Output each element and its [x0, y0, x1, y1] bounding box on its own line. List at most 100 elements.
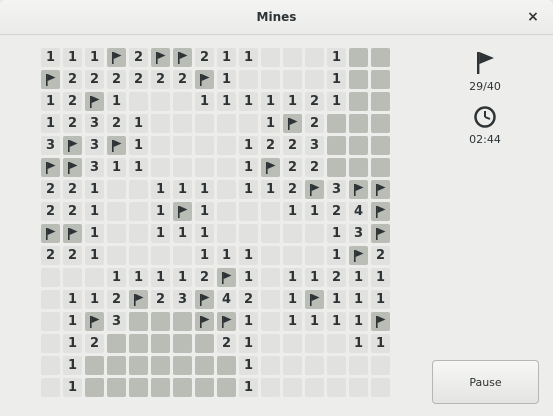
number-tile[interactable]: 1 — [63, 48, 82, 67]
empty-tile[interactable] — [327, 356, 346, 375]
number-tile[interactable]: 1 — [239, 312, 258, 331]
number-tile[interactable]: 1 — [85, 290, 104, 309]
empty-tile[interactable] — [217, 224, 236, 243]
number-tile[interactable]: 1 — [63, 378, 82, 397]
number-tile[interactable]: 1 — [85, 246, 104, 265]
empty-tile[interactable] — [195, 114, 214, 133]
empty-tile[interactable] — [283, 378, 302, 397]
empty-tile[interactable] — [173, 92, 192, 111]
number-tile[interactable]: 1 — [283, 202, 302, 221]
number-tile[interactable]: 1 — [371, 290, 390, 309]
number-tile[interactable]: 1 — [195, 246, 214, 265]
number-tile[interactable]: 3 — [327, 180, 346, 199]
number-tile[interactable]: 2 — [63, 202, 82, 221]
number-tile[interactable]: 2 — [239, 290, 258, 309]
number-tile[interactable]: 1 — [173, 180, 192, 199]
empty-tile[interactable] — [41, 356, 60, 375]
empty-tile[interactable] — [261, 356, 280, 375]
number-tile[interactable]: 2 — [327, 202, 346, 221]
number-tile[interactable]: 2 — [85, 334, 104, 353]
unrevealed-tile[interactable] — [151, 312, 170, 331]
close-button[interactable]: × — [523, 7, 543, 27]
number-tile[interactable]: 2 — [151, 290, 170, 309]
unrevealed-tile[interactable] — [371, 114, 390, 133]
number-tile[interactable]: 1 — [41, 92, 60, 111]
empty-tile[interactable] — [261, 224, 280, 243]
empty-tile[interactable] — [41, 378, 60, 397]
empty-tile[interactable] — [239, 114, 258, 133]
number-tile[interactable]: 1 — [107, 268, 126, 287]
unrevealed-tile[interactable] — [217, 356, 236, 375]
number-tile[interactable]: 1 — [217, 70, 236, 89]
number-tile[interactable]: 1 — [63, 312, 82, 331]
number-tile[interactable]: 2 — [129, 70, 148, 89]
number-tile[interactable]: 1 — [151, 180, 170, 199]
number-tile[interactable]: 1 — [327, 224, 346, 243]
empty-tile[interactable] — [129, 180, 148, 199]
empty-tile[interactable] — [305, 334, 324, 353]
flagged-tile[interactable] — [217, 268, 236, 287]
number-tile[interactable]: 2 — [85, 70, 104, 89]
flagged-tile[interactable] — [41, 70, 60, 89]
number-tile[interactable]: 1 — [305, 268, 324, 287]
empty-tile[interactable] — [41, 312, 60, 331]
empty-tile[interactable] — [283, 334, 302, 353]
empty-tile[interactable] — [107, 246, 126, 265]
flagged-tile[interactable] — [261, 158, 280, 177]
flagged-tile[interactable] — [63, 158, 82, 177]
number-tile[interactable]: 2 — [305, 158, 324, 177]
number-tile[interactable]: 1 — [129, 114, 148, 133]
empty-tile[interactable] — [261, 290, 280, 309]
number-tile[interactable]: 2 — [151, 70, 170, 89]
empty-tile[interactable] — [239, 202, 258, 221]
unrevealed-tile[interactable] — [349, 92, 368, 111]
unrevealed-tile[interactable] — [327, 114, 346, 133]
number-tile[interactable]: 3 — [41, 136, 60, 155]
empty-tile[interactable] — [173, 158, 192, 177]
unrevealed-tile[interactable] — [129, 334, 148, 353]
flagged-tile[interactable] — [129, 290, 148, 309]
number-tile[interactable]: 2 — [129, 48, 148, 67]
number-tile[interactable]: 1 — [239, 48, 258, 67]
flagged-tile[interactable] — [217, 312, 236, 331]
flagged-tile[interactable] — [173, 202, 192, 221]
empty-tile[interactable] — [261, 202, 280, 221]
number-tile[interactable]: 1 — [239, 136, 258, 155]
number-tile[interactable]: 1 — [151, 268, 170, 287]
unrevealed-tile[interactable] — [371, 70, 390, 89]
number-tile[interactable]: 1 — [327, 92, 346, 111]
number-tile[interactable]: 1 — [129, 136, 148, 155]
flagged-tile[interactable] — [41, 224, 60, 243]
number-tile[interactable]: 2 — [41, 202, 60, 221]
unrevealed-tile[interactable] — [327, 158, 346, 177]
number-tile[interactable]: 3 — [349, 224, 368, 243]
number-tile[interactable]: 1 — [283, 312, 302, 331]
pause-button[interactable]: Pause — [432, 360, 539, 404]
number-tile[interactable]: 1 — [239, 378, 258, 397]
empty-tile[interactable] — [151, 246, 170, 265]
number-tile[interactable]: 1 — [85, 48, 104, 67]
number-tile[interactable]: 1 — [327, 290, 346, 309]
number-tile[interactable]: 2 — [195, 268, 214, 287]
empty-tile[interactable] — [261, 268, 280, 287]
empty-tile[interactable] — [195, 158, 214, 177]
empty-tile[interactable] — [283, 224, 302, 243]
empty-tile[interactable] — [85, 268, 104, 287]
number-tile[interactable]: 3 — [173, 290, 192, 309]
empty-tile[interactable] — [283, 246, 302, 265]
number-tile[interactable]: 1 — [151, 224, 170, 243]
empty-tile[interactable] — [261, 48, 280, 67]
number-tile[interactable]: 1 — [85, 224, 104, 243]
unrevealed-tile[interactable] — [151, 334, 170, 353]
unrevealed-tile[interactable] — [195, 334, 214, 353]
empty-tile[interactable] — [195, 136, 214, 155]
number-tile[interactable]: 1 — [41, 48, 60, 67]
unrevealed-tile[interactable] — [85, 378, 104, 397]
flagged-tile[interactable] — [195, 290, 214, 309]
flagged-tile[interactable] — [371, 202, 390, 221]
number-tile[interactable]: 3 — [85, 158, 104, 177]
flagged-tile[interactable] — [63, 136, 82, 155]
empty-tile[interactable] — [217, 114, 236, 133]
number-tile[interactable]: 1 — [129, 158, 148, 177]
number-tile[interactable]: 2 — [195, 48, 214, 67]
